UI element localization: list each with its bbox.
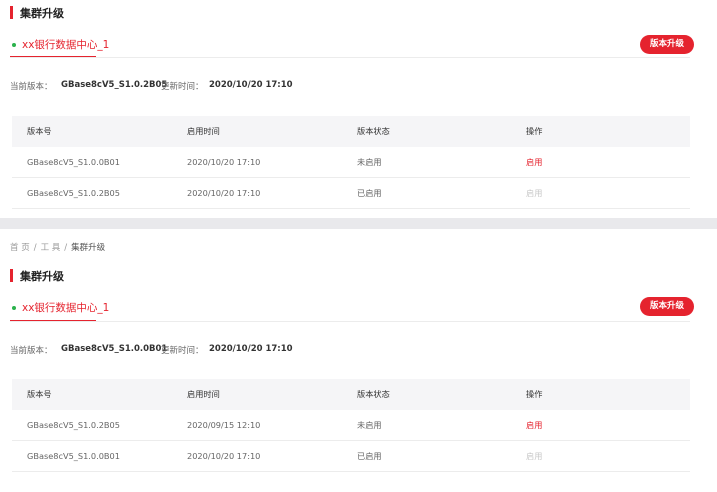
time-cell: 2020/10/20 17:10 <box>187 157 261 167</box>
update-time-value: 2020/10/20 17:10 <box>209 344 293 354</box>
column-header-action: 操作 <box>526 389 543 399</box>
page-title: 集群升级 <box>20 7 64 20</box>
column-header-version: 版本号 <box>27 389 52 399</box>
version-cell: GBase8cV5_S1.0.2B05 <box>27 420 120 430</box>
current-version-value: GBase8cV5_S1.0.0B01 <box>61 344 168 354</box>
title-accent-bar <box>10 269 13 282</box>
current-version-label: 当前版本： <box>10 346 53 356</box>
breadcrumb-home[interactable]: 首 页 <box>10 243 30 253</box>
tab-datacenter[interactable]: xx银行数据中心_1 <box>22 300 109 315</box>
version-upgrade-button[interactable]: 版本升级 <box>640 297 695 316</box>
version-upgrade-button[interactable]: 版本升级 <box>640 35 695 54</box>
table-row: GBase8cV5_S1.0.2B05 2020/10/20 17:10 已启用… <box>12 178 690 209</box>
upgrade-panel-1: 集群升级 xx银行数据中心_1 版本升级 当前版本： GBase8cV5_S1.… <box>0 0 717 218</box>
enable-link[interactable]: 启用 <box>526 147 542 178</box>
update-time-label: 更新时间： <box>161 346 204 356</box>
table-row: GBase8cV5_S1.0.2B05 2020/09/15 12:10 未启用… <box>12 410 690 441</box>
enable-link-disabled: 启用 <box>526 188 543 198</box>
column-header-time: 启用时间 <box>187 126 220 136</box>
breadcrumb: 首 页 / 工 具 / 集群升级 <box>10 241 105 253</box>
time-cell: 2020/10/20 17:10 <box>187 451 261 461</box>
column-header-time: 启用时间 <box>187 389 220 399</box>
update-time-value: 2020/10/20 17:10 <box>209 80 293 90</box>
time-cell: 2020/09/15 12:10 <box>187 420 261 430</box>
tab-divider <box>10 57 690 58</box>
column-header-action: 操作 <box>526 126 543 136</box>
status-dot-icon <box>12 306 16 310</box>
column-header-status: 版本状态 <box>357 126 390 136</box>
enable-link[interactable]: 启用 <box>526 410 542 441</box>
version-cell: GBase8cV5_S1.0.0B01 <box>27 451 120 461</box>
breadcrumb-separator: / <box>64 243 68 253</box>
status-cell: 已启用 <box>357 188 382 198</box>
update-time-label: 更新时间： <box>161 82 204 92</box>
current-version-value: GBase8cV5_S1.0.2B05 <box>61 80 168 90</box>
table-header: 版本号 启用时间 版本状态 操作 <box>12 116 690 147</box>
version-cell: GBase8cV5_S1.0.0B01 <box>27 157 120 167</box>
status-cell: 未启用 <box>357 420 382 430</box>
upgrade-panel-2: 首 页 / 工 具 / 集群升级 集群升级 xx银行数据中心_1 版本升级 当前版本： … <box>0 229 717 492</box>
breadcrumb-tools[interactable]: 工 具 <box>41 243 61 253</box>
title-accent-bar <box>10 6 13 19</box>
tab-datacenter[interactable]: xx银行数据中心_1 <box>22 37 109 52</box>
column-header-status: 版本状态 <box>357 389 390 399</box>
breadcrumb-separator: / <box>33 243 37 253</box>
page-title: 集群升级 <box>20 270 64 283</box>
table-row: GBase8cV5_S1.0.0B01 2020/10/20 17:10 已启用… <box>12 441 690 472</box>
breadcrumb-current: 集群升级 <box>71 243 106 253</box>
status-cell: 已启用 <box>357 451 382 461</box>
column-header-version: 版本号 <box>27 126 52 136</box>
status-cell: 未启用 <box>357 157 382 167</box>
version-cell: GBase8cV5_S1.0.2B05 <box>27 188 120 198</box>
status-dot-icon <box>12 43 16 47</box>
table-row: GBase8cV5_S1.0.0B01 2020/10/20 17:10 未启用… <box>12 147 690 178</box>
table-header: 版本号 启用时间 版本状态 操作 <box>12 379 690 410</box>
tab-divider <box>10 321 690 322</box>
time-cell: 2020/10/20 17:10 <box>187 188 261 198</box>
enable-link-disabled: 启用 <box>526 451 543 461</box>
current-version-label: 当前版本： <box>10 82 53 92</box>
